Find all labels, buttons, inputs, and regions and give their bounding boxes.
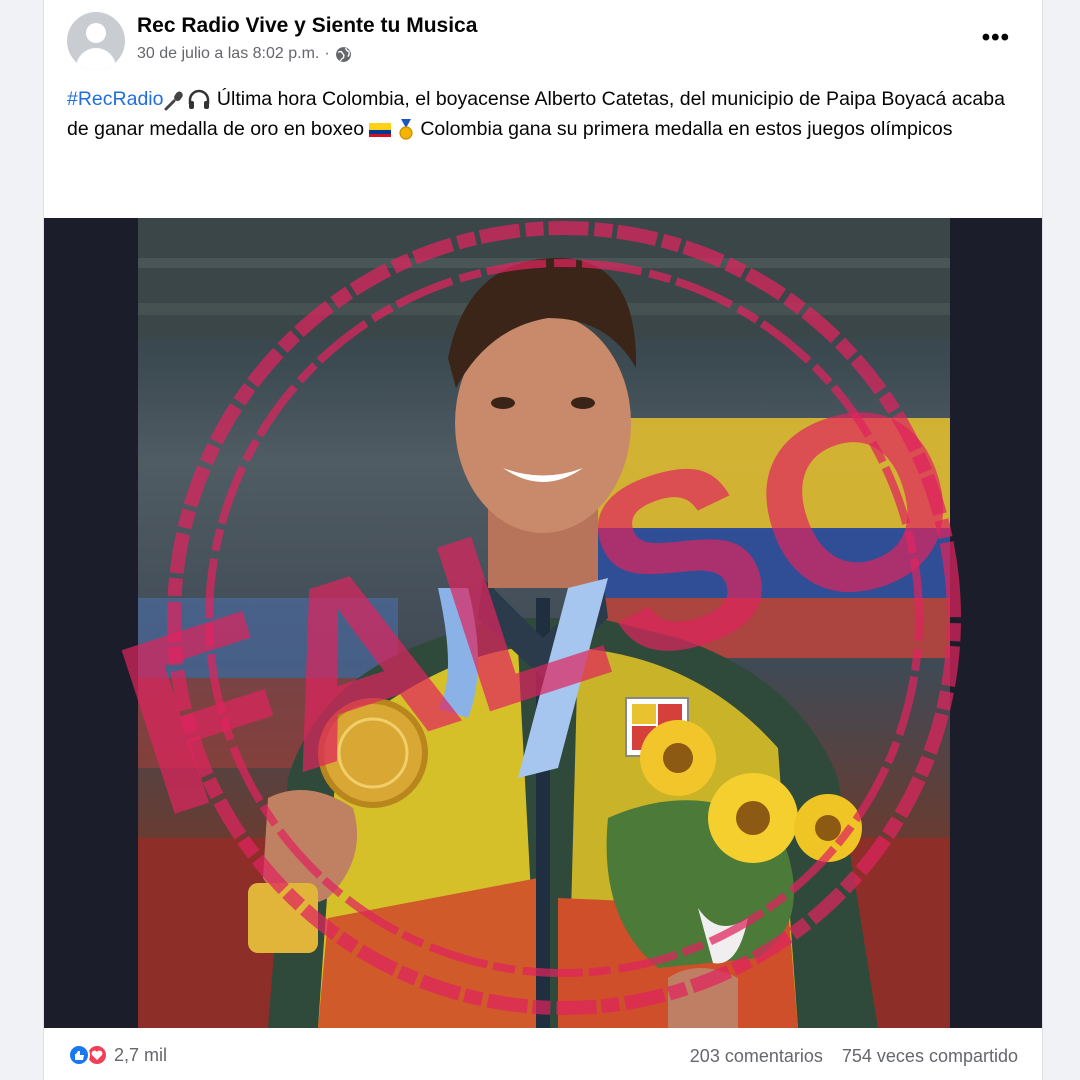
meta-separator: · [324,45,330,62]
post-text: #RecRadio Última hora Colombia, el boyac… [67,84,1017,144]
microphone-icon [164,91,184,111]
globe-icon [335,46,351,62]
hashtag-link[interactable]: #RecRadio [67,88,163,110]
post-meta: 30 de julio a las 8:02 p.m. · [137,45,352,63]
like-reaction-icon [68,1044,90,1066]
comments-count[interactable]: 203 comentarios [690,1046,823,1066]
colombia-flag-icon [369,122,392,137]
reactions-summary[interactable]: 2,7 mil [68,1044,167,1066]
falso-stamp: FALSO [89,221,996,1015]
facebook-post: Rec Radio Vive y Siente tu Musica 30 de … [43,0,1043,1080]
reaction-count[interactable]: 2,7 mil [114,1045,167,1066]
page-avatar[interactable] [67,12,125,70]
post-footer: 2,7 mil 203 comentarios 754 veces compar… [44,1028,1042,1080]
headphones-icon [189,89,210,109]
engagement-stats: 203 comentarios 754 veces compartido [676,1046,1018,1067]
post-image[interactable]: FALSO [44,218,1042,1028]
more-options-icon[interactable]: ••• [982,24,1010,52]
medal-icon [399,118,413,140]
page-name[interactable]: Rec Radio Vive y Siente tu Musica [137,14,477,38]
post-header: Rec Radio Vive y Siente tu Musica 30 de … [44,0,1042,80]
post-timestamp[interactable]: 30 de julio a las 8:02 p.m. [137,45,319,63]
post-body-part-2: Colombia gana su primera medalla en esto… [414,118,953,140]
shares-count[interactable]: 754 veces compartido [842,1046,1018,1066]
